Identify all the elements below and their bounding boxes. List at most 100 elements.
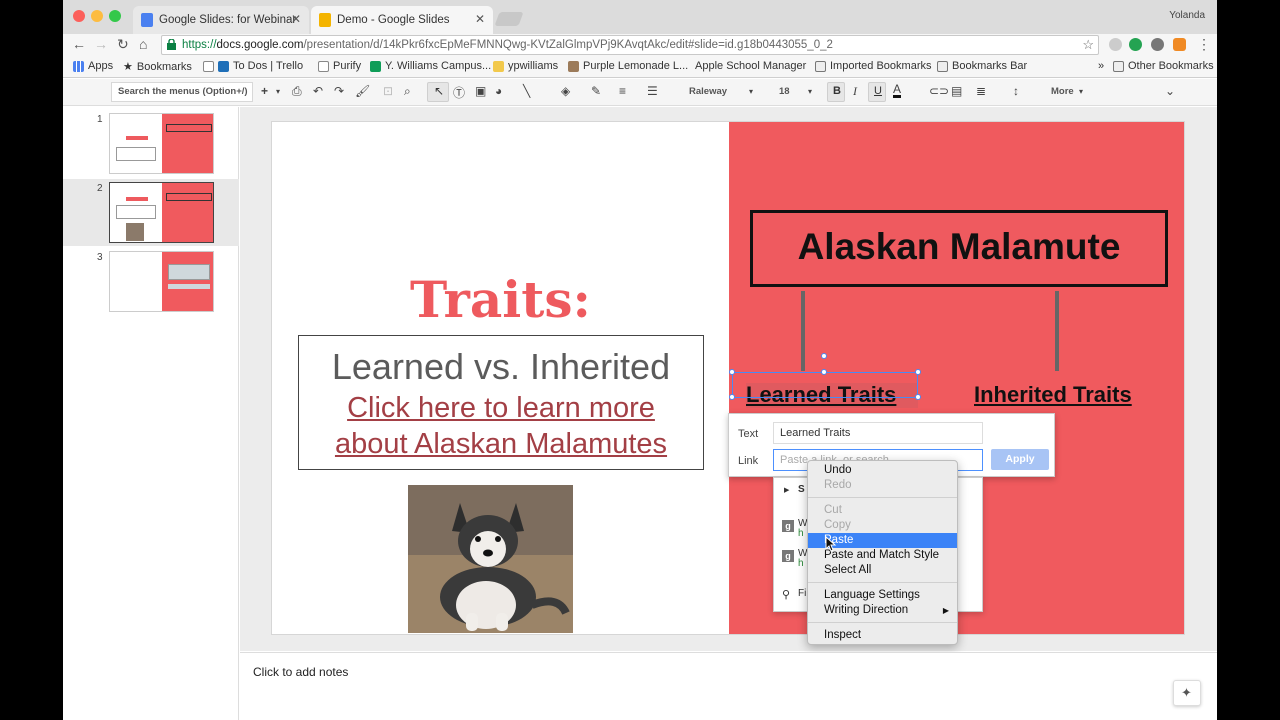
bookmark-ypwilliams[interactable]: ypwilliams [493,60,558,72]
connector-line-left[interactable] [801,291,805,371]
close-window-button[interactable] [73,10,85,22]
insert-link-icon[interactable]: ⊂⊃ [929,84,949,98]
menu-item-language-settings[interactable]: Language Settings [808,588,957,603]
image-icon[interactable]: ▣ [475,84,486,98]
slide-thumbnail[interactable] [109,182,214,243]
learned-vs-inherited-textbox[interactable]: Learned vs. Inherited Click here to lear… [298,335,704,470]
bookmark-apps[interactable]: Apps [73,60,113,72]
alaskan-malamute-title[interactable]: Alaskan Malamute [750,210,1168,287]
bookmarks-overflow[interactable]: » [1098,60,1104,72]
comment-icon[interactable]: ▤ [951,84,962,98]
bookmark-purple-lemonade[interactable]: Purple Lemonade L... [568,60,688,72]
connector-line-right[interactable] [1055,291,1059,371]
bookmark-bar-folder[interactable]: Bookmarks Bar [937,60,1027,72]
font-family-select[interactable]: Raleway [689,86,727,97]
extension-shield-icon[interactable] [1109,38,1122,51]
menu-item-writing-direction[interactable]: Writing Direction ▶ [808,603,957,618]
shape-icon[interactable]: ◕ [495,84,502,98]
redo-icon[interactable]: ↷ [334,84,344,98]
font-size-select[interactable]: 18 [779,86,790,97]
forward-icon[interactable]: → [94,36,108,52]
fill-color-icon[interactable]: ◈ [561,84,570,98]
resize-handle[interactable] [821,369,827,375]
close-tab-icon[interactable]: ✕ [475,12,485,26]
star-icon[interactable]: ☆ [1082,36,1094,54]
zoom-fit-icon[interactable]: ⊡ [383,84,393,98]
text-box-icon[interactable]: Ⓣ [453,84,465,101]
back-icon[interactable]: ← [72,36,86,52]
link-text-input[interactable]: Learned Traits [773,422,983,444]
browser-tab-webinar[interactable]: Google Slides: for Webinar - G ✕ [133,6,309,34]
speaker-notes[interactable]: Click to add notes ✦ [240,652,1217,720]
suggestion-heading[interactable]: S [798,484,805,495]
font-size-dropdown-icon[interactable]: ▾ [808,87,812,96]
extension-icon[interactable] [1151,38,1164,51]
grammarly-icon[interactable] [1129,38,1142,51]
new-slide-icon[interactable]: + [261,84,268,98]
slide-title[interactable]: Traits: [272,270,729,329]
rotate-handle[interactable] [821,353,827,359]
extension-orange-icon[interactable] [1173,38,1186,51]
line-icon[interactable]: ╲ [523,84,530,98]
print-icon[interactable]: ⎙ [292,84,302,99]
expand-arrow-icon[interactable]: ▶ [784,486,789,494]
url-input[interactable]: https://docs.google.com/presentation/d/1… [161,35,1099,55]
profile-name[interactable]: Yolanda [1169,10,1205,21]
bookmark-purify[interactable]: Purify [318,60,361,72]
inherited-traits-label[interactable]: Inherited Traits [974,382,1132,408]
slide-thumbnail-row-selected[interactable]: 2 [63,179,239,246]
line-spacing-icon[interactable]: ↕ [1013,84,1019,98]
browser-menu-icon[interactable]: ⋮ [1197,36,1211,53]
underline-button[interactable]: U [868,82,886,102]
explore-button[interactable]: ✦ [1173,680,1201,706]
text-color-icon[interactable]: A [893,83,902,98]
border-dash-icon[interactable]: ☰ [647,84,658,98]
close-tab-icon[interactable]: ✕ [291,12,301,26]
align-icon[interactable]: ≣ [976,84,986,98]
menu-item-select-all[interactable]: Select All [808,563,957,578]
apply-button[interactable]: Apply [991,449,1049,470]
notes-placeholder[interactable]: Click to add notes [253,665,348,679]
menu-item-cut[interactable]: Cut [808,503,957,518]
reload-icon[interactable]: ↻ [117,36,129,53]
border-color-icon[interactable]: ✎ [591,84,601,98]
slide-thumbnail[interactable] [109,113,214,174]
font-dropdown-icon[interactable]: ▾ [749,87,753,96]
bookmark-apple-school[interactable]: Apple School Manager [691,60,806,72]
bookmark-bookmarks[interactable]: ★ Bookmarks [123,60,192,74]
slide-thumbnail-row[interactable]: 1 [63,110,239,177]
more-dropdown-icon[interactable]: ▾ [1079,87,1083,96]
slide-thumbnail-row[interactable]: 3 [63,248,239,315]
paint-format-icon[interactable]: 🖌 [355,84,370,98]
collapse-toolbar-icon[interactable]: ⌄ [1165,84,1175,98]
menu-item-redo[interactable]: Redo [808,478,957,493]
puppy-image[interactable] [408,485,573,633]
resize-handle[interactable] [729,394,735,400]
find-more-item[interactable]: Fi [798,588,806,599]
zoom-icon[interactable]: ⌕ [404,84,411,99]
minimize-window-button[interactable] [91,10,103,22]
menu-search-input[interactable]: Search the menus (Option+/) [111,82,253,102]
new-slide-dropdown-icon[interactable]: ▾ [276,87,280,96]
slide-2[interactable]: Traits: Learned vs. Inherited Click here… [271,121,1185,635]
new-tab-button[interactable] [494,12,524,26]
home-icon[interactable]: ⌂ [139,36,147,52]
bold-button[interactable]: B [827,82,845,102]
menu-item-copy[interactable]: Copy [808,518,957,533]
resize-handle[interactable] [729,369,735,375]
bookmark-trello[interactable]: To Dos | Trello [203,60,303,72]
zoom-window-button[interactable] [109,10,121,22]
resize-handle[interactable] [915,369,921,375]
undo-icon[interactable]: ↶ [313,84,323,98]
bookmark-other[interactable]: Other Bookmarks [1113,60,1214,72]
malamute-link-line2[interactable]: about Alaskan Malamutes [299,426,703,462]
select-tool-button[interactable]: ↖ [427,82,449,102]
browser-tab-demo[interactable]: Demo - Google Slides ✕ [311,6,493,34]
italic-icon[interactable]: I [853,84,857,99]
malamute-link-line1[interactable]: Click here to learn more [299,390,703,426]
more-menu[interactable]: More [1051,86,1074,97]
bookmark-campus[interactable]: Y. Williams Campus... [370,60,491,72]
slide-thumbnail[interactable] [109,251,214,312]
menu-item-inspect[interactable]: Inspect [808,628,957,643]
border-weight-icon[interactable]: ≡ [619,84,626,98]
